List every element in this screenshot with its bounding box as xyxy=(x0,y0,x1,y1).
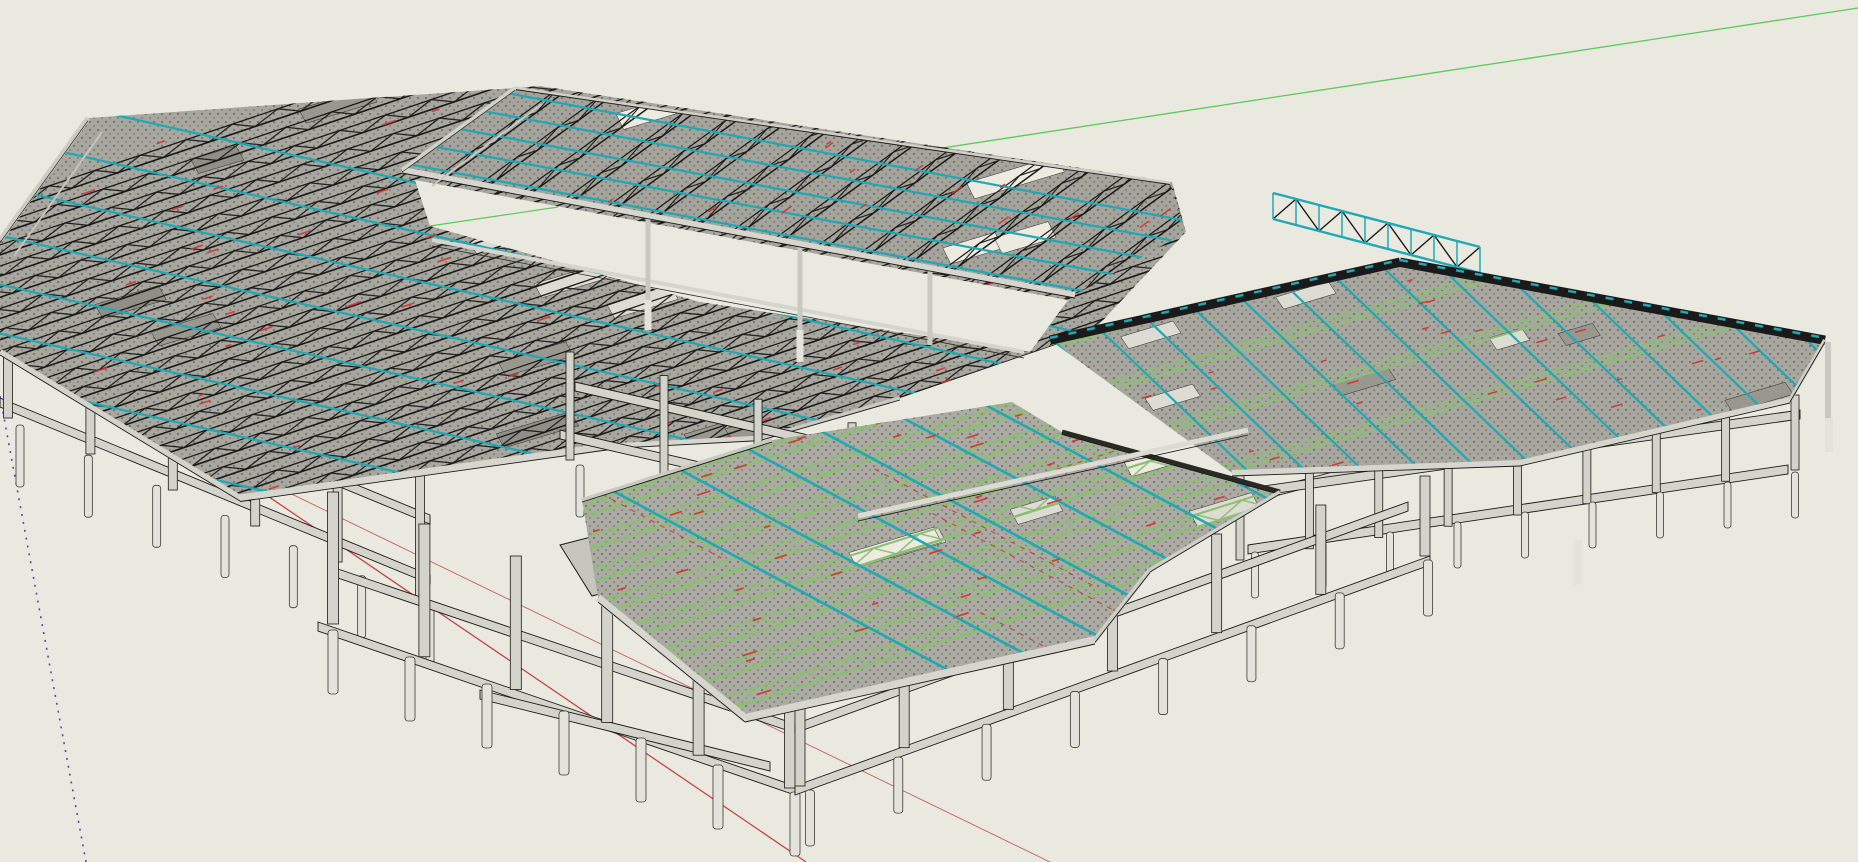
3d-viewport[interactable] xyxy=(0,0,1858,862)
model-canvas[interactable] xyxy=(0,0,1858,862)
